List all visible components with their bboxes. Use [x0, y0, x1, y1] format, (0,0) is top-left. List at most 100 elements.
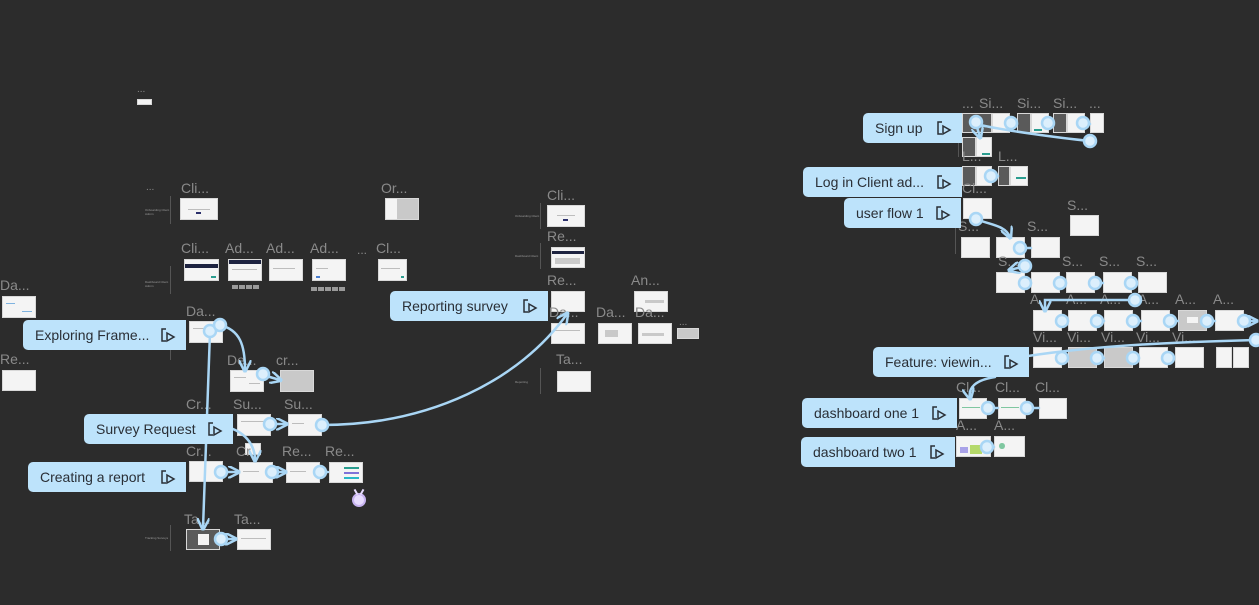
play-icon	[930, 445, 945, 460]
frame-thumbnail[interactable]	[2, 370, 36, 391]
frame-thumbnail[interactable]	[1068, 347, 1097, 368]
frame-thumbnail[interactable]	[184, 259, 219, 281]
frame-thumbnail[interactable]	[237, 529, 271, 550]
flow-start-feature-viewing[interactable]: Feature: viewin...	[873, 347, 1029, 377]
frame-thumbnail[interactable]	[961, 237, 990, 258]
flow-start-sign-up[interactable]: Sign up	[863, 113, 962, 143]
frame-thumbnail[interactable]	[959, 398, 987, 419]
frame-thumbnail[interactable]	[239, 462, 273, 483]
play-icon	[161, 470, 176, 485]
frame-thumbnail[interactable]	[1138, 272, 1167, 293]
frame-thumbnail[interactable]	[288, 414, 322, 436]
frame-thumbnail[interactable]	[189, 461, 223, 482]
frame-thumbnail[interactable]	[1031, 272, 1060, 293]
frame-label: Ad...	[266, 240, 295, 256]
frame-thumbnail[interactable]	[598, 323, 632, 344]
frame-thumbnail[interactable]	[638, 323, 672, 344]
play-icon	[937, 121, 952, 136]
frame-thumbnail[interactable]	[180, 198, 218, 220]
frame-thumbnail[interactable]	[385, 198, 419, 220]
frame-label: Ta...	[184, 511, 211, 527]
section-divider	[958, 143, 959, 157]
frame-thumbnail[interactable]	[994, 436, 1025, 457]
frame-label: Cli...	[181, 180, 209, 196]
frame-thumbnail[interactable]	[963, 198, 992, 219]
frame-thumbnail[interactable]	[1031, 237, 1060, 258]
frame-label: ...	[137, 84, 146, 95]
frame-thumbnail[interactable]	[1033, 310, 1062, 331]
frame-thumbnail[interactable]	[962, 113, 992, 133]
frame-thumbnail[interactable]	[1104, 310, 1133, 331]
frame-thumbnail[interactable]	[1175, 347, 1204, 368]
flow-start-reporting-survey[interactable]: Reporting survey	[390, 291, 548, 321]
frame-thumbnail[interactable]	[189, 321, 223, 343]
frame-thumbnail[interactable]	[329, 462, 363, 483]
section-divider	[540, 203, 541, 229]
connection-node	[1017, 258, 1033, 274]
prototype-canvas[interactable]: Onboarding Client Admin Dashboard Client…	[0, 0, 1259, 605]
frame-thumbnail[interactable]	[1104, 347, 1133, 368]
frame-thumbnail[interactable]	[1010, 166, 1028, 186]
play-icon	[523, 299, 538, 314]
frame-thumbnail[interactable]	[228, 259, 262, 281]
frame-thumbnail[interactable]	[1053, 113, 1067, 133]
frame-thumbnail[interactable]	[1031, 113, 1049, 133]
frame-thumbnail[interactable]	[1033, 347, 1062, 368]
frame-thumbnail[interactable]	[998, 166, 1010, 186]
frame-thumbnail[interactable]	[378, 259, 407, 281]
flow-start-survey-request[interactable]: Survey Request	[84, 414, 233, 444]
frame-thumbnail[interactable]	[1070, 215, 1099, 236]
frame-thumbnail[interactable]	[312, 259, 346, 281]
frame-thumbnail[interactable]	[137, 99, 152, 105]
frame-thumbnail[interactable]	[1178, 310, 1207, 331]
frame-thumbnail[interactable]	[996, 272, 1025, 293]
frame-thumbnail[interactable]	[237, 414, 271, 436]
frame-thumbnail[interactable]	[1216, 347, 1232, 368]
frame-thumbnail[interactable]	[1039, 398, 1067, 419]
frame-label: Da...	[596, 304, 626, 320]
flow-start-dashboard-two-1[interactable]: dashboard two 1	[801, 437, 955, 467]
frame-thumbnail[interactable]	[1067, 113, 1085, 133]
frame-thumbnail[interactable]	[547, 205, 585, 227]
frame-label: Da...	[635, 304, 665, 320]
frame-thumbnail[interactable]	[551, 323, 585, 344]
frame-thumbnail[interactable]	[286, 462, 320, 483]
frame-thumbnail[interactable]	[1090, 113, 1104, 133]
flow-start-exploring-frame[interactable]: Exploring Frame...	[23, 320, 186, 350]
frame-label: Su...	[284, 396, 313, 412]
frame-label: Cl...	[956, 379, 981, 395]
flow-start-user-flow-1[interactable]: user flow 1	[844, 198, 961, 228]
frame-label: A...	[1175, 291, 1197, 307]
connector	[1045, 298, 1137, 310]
frame-thumbnail[interactable]	[1066, 272, 1095, 293]
frame-thumbnail[interactable]	[1215, 310, 1244, 331]
frame-thumbnail[interactable]	[269, 259, 303, 281]
frame-thumbnail[interactable]	[1017, 113, 1031, 133]
frame-thumbnail[interactable]	[1103, 272, 1132, 293]
frame-label: An...	[631, 272, 660, 288]
frame-thumbnail[interactable]	[1141, 310, 1170, 331]
flow-start-creating-report[interactable]: Creating a report	[28, 462, 186, 492]
frame-thumbnail[interactable]	[956, 436, 991, 457]
frame-thumbnail[interactable]	[1139, 347, 1168, 368]
frame-label: S...	[998, 253, 1020, 269]
frame-thumbnail[interactable]	[2, 296, 36, 318]
frame-label: Da...	[0, 277, 30, 293]
flow-start-log-in-client-admin[interactable]: Log in Client ad...	[803, 167, 962, 197]
frame-thumbnail[interactable]	[230, 370, 264, 392]
frame-thumbnail[interactable]	[1233, 347, 1249, 368]
frame-label: De...	[227, 352, 257, 368]
frame-label: S...	[1067, 197, 1089, 213]
section-divider	[170, 266, 171, 294]
frame-thumbnail[interactable]	[998, 398, 1026, 419]
frame-thumbnail[interactable]	[186, 529, 220, 550]
play-icon	[161, 328, 176, 343]
flow-start-dashboard-one-1[interactable]: dashboard one 1	[802, 398, 957, 428]
frame-thumbnail[interactable]	[1068, 310, 1097, 331]
frame-thumbnail[interactable]	[677, 328, 699, 339]
frame-label: Cl...	[962, 180, 987, 196]
frame-thumbnail[interactable]	[557, 371, 591, 392]
frame-thumbnail[interactable]	[280, 370, 314, 392]
frame-thumbnail[interactable]	[992, 113, 1010, 133]
frame-thumbnail[interactable]	[551, 247, 585, 268]
